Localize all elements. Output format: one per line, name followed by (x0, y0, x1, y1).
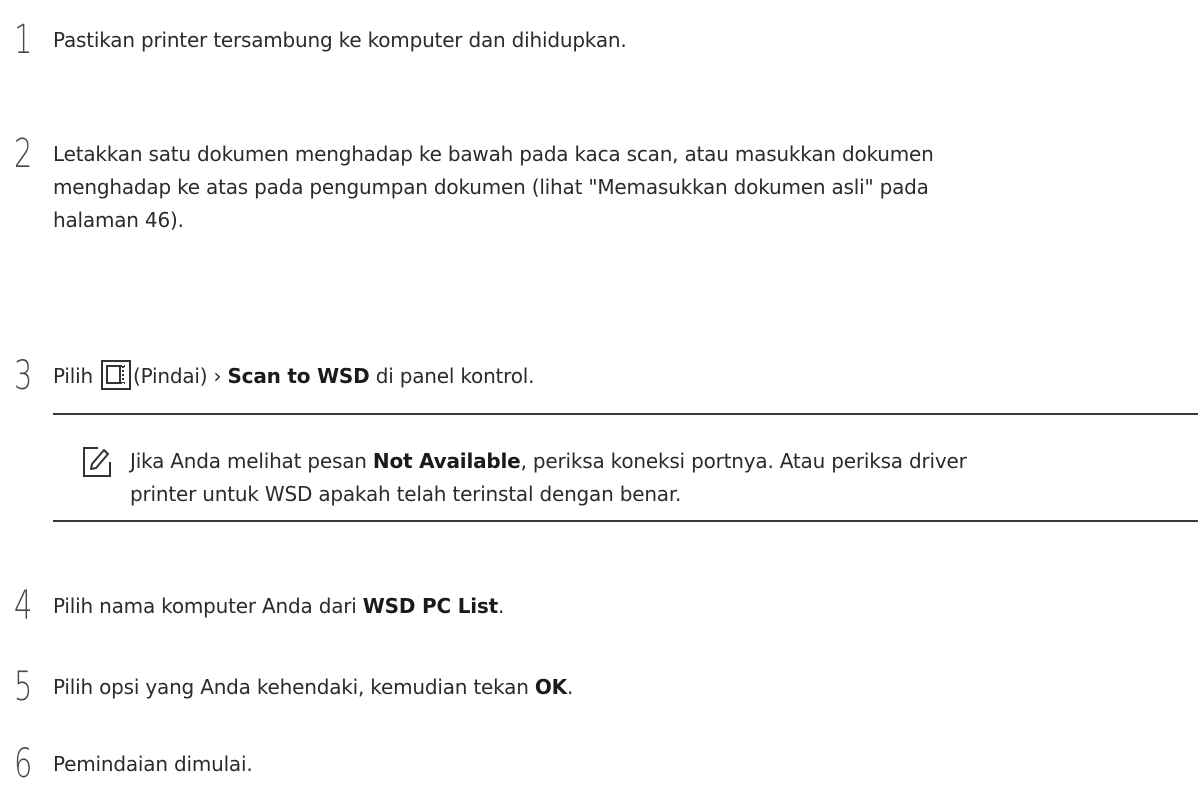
step-text: Pilih (Pindai) › Scan to WSD di panel kon… (53, 360, 535, 393)
step-text: Pilih nama komputer Anda dari WSD PC Lis… (53, 590, 504, 623)
note-line: Jika Anda melihat pesan Not Available, p… (130, 445, 967, 478)
step-text: Pastikan printer tersambung ke komputer … (53, 28, 627, 52)
scan-icon (100, 360, 131, 390)
step-number: 3 (14, 353, 33, 399)
step-number: 1 (14, 17, 33, 63)
step-text: Pilih opsi yang Anda kehendaki, kemudian… (53, 671, 573, 704)
pencil-note-icon (83, 447, 111, 477)
step-text-line: halaman 46). (53, 208, 184, 232)
step-text-line: menghadap ke atas pada pengumpan dokumen… (53, 175, 929, 199)
note-text-after: , periksa koneksi portnya. Atau periksa … (520, 449, 967, 473)
step-number: 2 (14, 131, 33, 177)
note-bottom-rule (53, 520, 1198, 522)
step-text-before: Pilih opsi yang Anda kehendaki, kemudian… (53, 675, 535, 699)
step-text-after: . (498, 594, 505, 618)
note-text-before: Jika Anda melihat pesan (130, 449, 373, 473)
step-text-line: Letakkan satu dokumen menghadap ke bawah… (53, 142, 934, 166)
step-text-before: Pilih (53, 364, 93, 388)
step-text: Letakkan satu dokumen menghadap ke bawah… (53, 138, 934, 237)
step-text-after: di panel kontrol. (369, 364, 535, 388)
step-text-bold: Scan to WSD (227, 364, 370, 388)
step-text-bold: OK (534, 675, 567, 699)
step-number: 5 (14, 664, 33, 710)
step-text-paren: (Pindai) › (132, 364, 228, 388)
step-text-bold: WSD PC List (362, 594, 498, 618)
note-text: Jika Anda melihat pesan Not Available, p… (130, 445, 967, 511)
step-text-before: Pilih nama komputer Anda dari (53, 594, 363, 618)
step-number: 6 (14, 741, 33, 787)
note-top-rule (53, 413, 1198, 415)
step-text-after: . (566, 675, 574, 699)
note-text-bold: Not Available (372, 449, 521, 473)
step-number: 4 (14, 583, 33, 629)
step-text: Pemindaian dimulai. (53, 752, 253, 776)
note-line: printer untuk WSD apakah telah terinstal… (130, 482, 682, 506)
